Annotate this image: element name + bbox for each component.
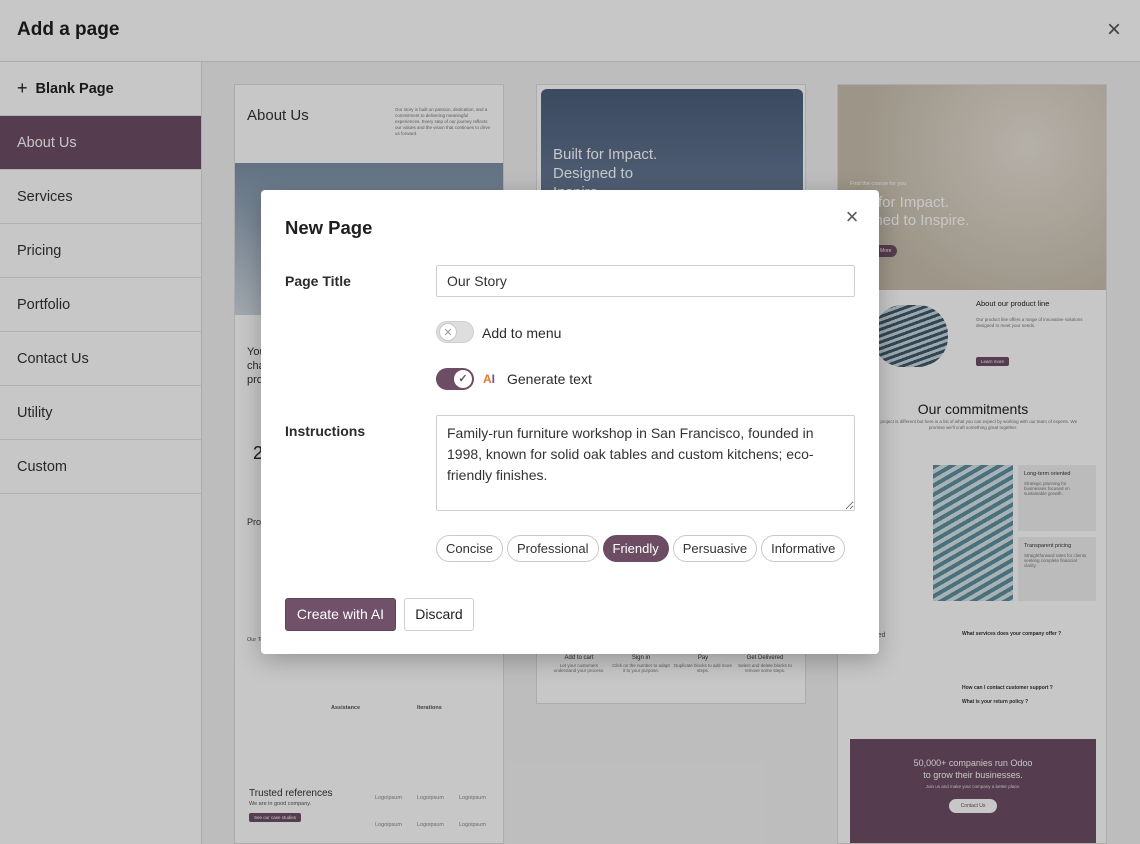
new-page-dialog: New Page × Page Title ✕ Add to menu ✓ AI… [261,190,879,654]
check-icon: ✓ [454,370,472,388]
ai-icon: AI [483,372,496,386]
tone-concise[interactable]: Concise [436,535,503,562]
add-to-menu-toggle[interactable]: ✕ [436,321,474,343]
page-title-input[interactable] [436,265,855,297]
instructions-label: Instructions [285,423,366,439]
tone-professional[interactable]: Professional [506,535,599,562]
generate-text-label: Generate text [507,371,592,387]
page-title-label: Page Title [285,273,351,289]
create-with-ai-button[interactable]: Create with AI [285,598,396,631]
close-icon[interactable]: × [841,206,863,228]
tone-selector: Concise Professional Friendly Persuasive… [436,535,846,562]
dialog-title: New Page [285,217,373,238]
tone-informative[interactable]: Informative [761,535,846,562]
tone-persuasive[interactable]: Persuasive [672,535,758,562]
tone-friendly[interactable]: Friendly [602,535,669,562]
close-icon: ✕ [439,323,457,341]
instructions-textarea[interactable]: Family-run furniture workshop in San Fra… [436,415,855,511]
discard-button[interactable]: Discard [404,598,474,631]
generate-text-toggle[interactable]: ✓ [436,368,474,390]
add-to-menu-label: Add to menu [482,325,562,341]
